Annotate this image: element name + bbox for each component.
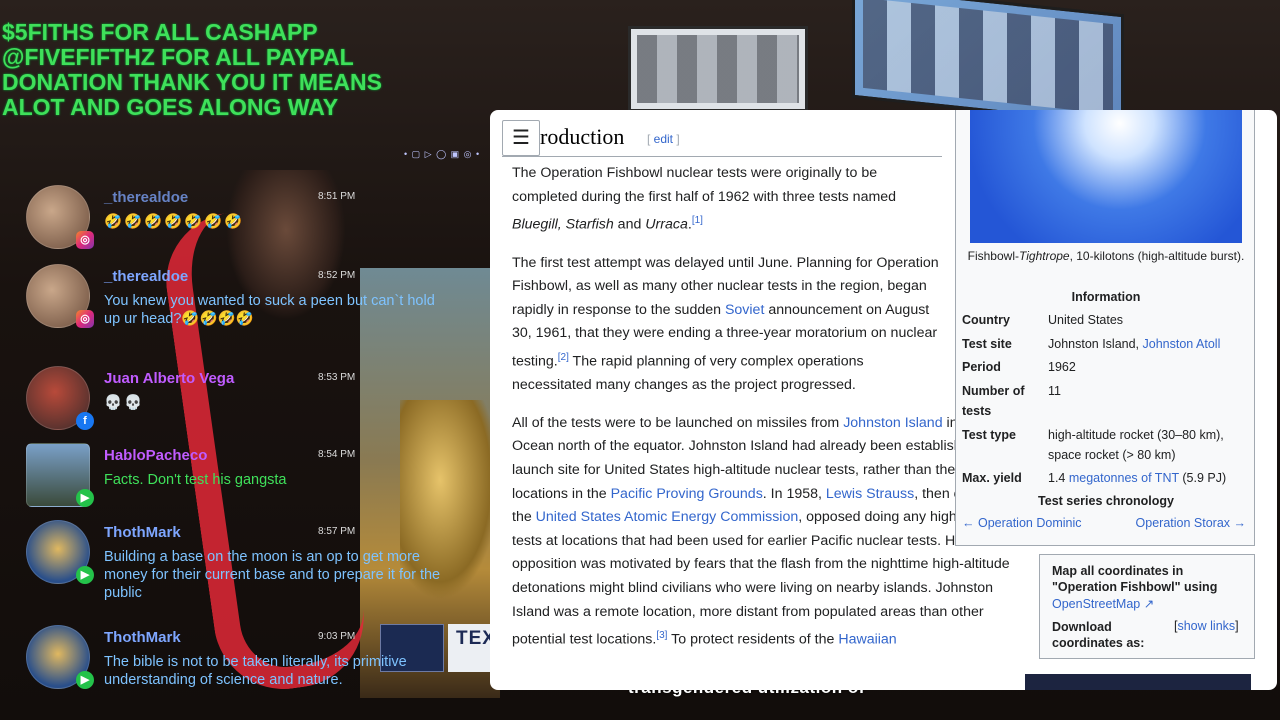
infobox-image[interactable] (970, 110, 1242, 243)
section-heading: roduction (540, 124, 625, 149)
link-soviet[interactable]: Soviet (725, 302, 764, 318)
section-edit-link: [ edit ] (647, 132, 680, 146)
link-johnston-atoll[interactable]: Johnston Atoll (1143, 337, 1221, 351)
link-hawaiian[interactable]: Hawaiian (838, 632, 896, 648)
link-operation-dominic[interactable]: ← Operation Dominic (962, 516, 1082, 530)
openstreetmap-link[interactable]: OpenStreetMap ↗ (1052, 596, 1154, 611)
coordinates-title: Map all coordinates in "Operation Fishbo… (1052, 564, 1218, 594)
chat-text: Building a base on the moon is an op to … (104, 549, 441, 601)
link-johnston-island[interactable]: Johnston Island (843, 415, 942, 431)
heading-divider (502, 156, 942, 157)
chat-header-icons: • ▢ ▷ ◯ ▣ ◎ • (404, 149, 481, 159)
download-coordinates-label: Download coordinates as: (1052, 620, 1145, 650)
coordinates-box: Map all coordinates in "Operation Fishbo… (1039, 554, 1255, 659)
citation-link[interactable]: [1] (692, 215, 703, 226)
chat-username: _therealdoe (104, 268, 189, 285)
chat-username: HabloPacheco (104, 447, 208, 464)
chat-message: ▶ ThothMark 8:57 PM Building a base on t… (20, 520, 460, 620)
show-links-toggle: [show links] (1174, 619, 1239, 633)
link-pacific-proving-grounds[interactable]: Pacific Proving Grounds (611, 486, 763, 502)
youtube-icon: ▶ (76, 671, 94, 689)
edit-link[interactable]: edit (654, 132, 673, 146)
paragraph: The Operation Fishbowl nuclear tests wer… (512, 165, 897, 233)
chat-text: 🤣🤣🤣🤣🤣🤣🤣 (104, 214, 245, 230)
table-of-contents-button[interactable]: ☰ (502, 120, 540, 156)
chat-time: 8:51 PM (318, 191, 356, 202)
chat-time: 9:03 PM (318, 631, 356, 642)
link-aec[interactable]: United States Atomic Energy Commission (536, 509, 799, 525)
link-lewis-strauss[interactable]: Lewis Strauss (826, 486, 914, 502)
instagram-icon: ◎ (76, 310, 94, 328)
citation-link[interactable]: [2] (558, 352, 569, 363)
instagram-icon: ◎ (76, 231, 94, 249)
link-operation-storax[interactable]: Operation Storax → (1136, 516, 1246, 530)
paragraph: All of the tests were to be launched on … (512, 414, 1028, 648)
paragraph: The first test attempt was delayed until… (512, 254, 939, 394)
chat-message: ◎ _therealdoe 8:52 PM You knew you wante… (20, 264, 460, 364)
chat-text: 💀💀 (104, 395, 145, 411)
chat-username: ThothMark (104, 629, 181, 646)
show-links-button[interactable]: show links (1177, 619, 1235, 633)
facebook-icon: f (76, 412, 94, 430)
chat-time: 8:57 PM (318, 526, 356, 537)
chronology-header: Test series chronology (1038, 494, 1174, 508)
infobox-caption: Fishbowl-Tightrope, 10-kilotons (high-al… (967, 249, 1245, 263)
link-megatonnes[interactable]: megatonnes of TNT (1069, 471, 1179, 485)
infobox-header: Information (1071, 290, 1141, 304)
map-thumbnail[interactable] (1025, 674, 1251, 690)
chat-message: ▶ ThothMark 9:03 PM The bible is not to … (20, 625, 460, 720)
background-monitor-left (628, 26, 808, 112)
youtube-icon: ▶ (76, 566, 94, 584)
chat-username: ThothMark (104, 524, 181, 541)
chat-text: The bible is not to be taken literally, … (104, 654, 407, 688)
youtube-icon: ▶ (76, 489, 94, 507)
wikipedia-article-panel: ☰ roduction [ edit ] The Operation Fishb… (490, 110, 1277, 690)
article-body: The Operation Fishbowl nuclear tests wer… (512, 162, 1032, 666)
infobox: Fishbowl-Tightrope, 10-kilotons (high-al… (955, 110, 1255, 546)
chat-time: 8:54 PM (318, 449, 356, 460)
chat-text: Facts. Don't test his gangsta (104, 472, 287, 488)
chat-text: You knew you wanted to suck a peen but c… (104, 293, 435, 327)
donation-banner: $5FITHS FOR ALL CASHAPP @FIVEFIFTHZ FOR … (2, 19, 382, 120)
chat-username: _therealdoe (104, 189, 189, 206)
citation-link[interactable]: [3] (656, 630, 667, 641)
chat-time: 8:52 PM (318, 270, 356, 281)
chat-username: Juan Alberto Vega (104, 370, 235, 387)
chat-time: 8:53 PM (318, 372, 356, 383)
